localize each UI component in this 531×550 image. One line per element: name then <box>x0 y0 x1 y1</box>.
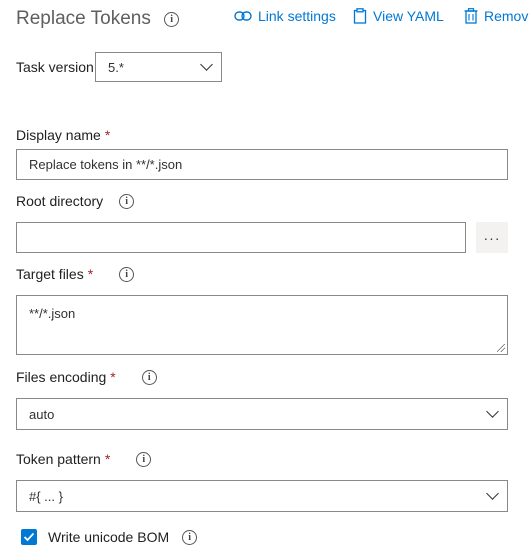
info-icon[interactable]: i <box>164 12 180 27</box>
token-pattern-label-text: Token pattern <box>16 451 101 467</box>
chevron-down-icon <box>486 405 499 418</box>
link-settings-label: Link settings <box>258 8 336 24</box>
root-directory-label-text: Root directory <box>16 193 104 209</box>
required-marker: * <box>110 369 116 385</box>
display-name-label-text: Display name <box>16 127 101 143</box>
trash-icon <box>464 8 478 24</box>
write-bom-checkbox-row[interactable]: Write unicode BOM i <box>21 529 198 545</box>
display-name-value: Replace tokens in **/*.json <box>29 157 183 172</box>
resize-grip-icon[interactable] <box>497 344 505 352</box>
target-files-label: Target files * i <box>16 266 135 282</box>
link-settings-button[interactable]: Link settings <box>234 8 336 24</box>
target-files-label-text: Target files <box>16 266 84 282</box>
files-encoding-dropdown[interactable]: auto <box>16 398 508 430</box>
info-icon[interactable]: i <box>136 451 152 467</box>
token-pattern-label: Token pattern * i <box>16 451 152 467</box>
view-yaml-button[interactable]: View YAML <box>353 8 444 24</box>
token-pattern-value: #{ ... } <box>29 488 63 504</box>
clipboard-icon <box>353 8 367 24</box>
browse-button[interactable]: ··· <box>476 222 508 253</box>
files-encoding-label: Files encoding * i <box>16 369 157 385</box>
files-encoding-label-text: Files encoding <box>16 369 107 385</box>
remove-label: Remov <box>484 8 529 24</box>
token-pattern-dropdown[interactable]: #{ ... } <box>16 480 508 512</box>
browse-button-label: ··· <box>483 229 501 246</box>
panel-title-text: Replace Tokens <box>16 8 151 29</box>
chevron-down-icon <box>200 58 213 71</box>
root-directory-input[interactable] <box>16 222 466 253</box>
root-directory-label: Root directory i <box>16 193 135 209</box>
chevron-down-icon <box>486 487 499 500</box>
link-icon <box>234 11 252 21</box>
panel-title: Replace Tokens i <box>16 8 180 30</box>
info-icon[interactable]: i <box>182 529 198 545</box>
target-files-textarea[interactable]: **/*.json <box>16 295 508 355</box>
info-icon[interactable]: i <box>119 266 135 282</box>
check-icon <box>23 532 35 542</box>
info-icon[interactable]: i <box>119 193 135 209</box>
required-marker: * <box>104 451 111 467</box>
task-version-label-text: Task version <box>16 59 94 75</box>
task-version-value: 5.* <box>108 59 124 75</box>
view-yaml-label: View YAML <box>373 8 444 24</box>
write-bom-label: Write unicode BOM <box>48 529 170 545</box>
remove-button[interactable]: Remov <box>464 8 528 24</box>
write-bom-checkbox[interactable] <box>21 529 37 545</box>
display-name-label: Display name * <box>16 127 110 143</box>
info-icon[interactable]: i <box>141 369 157 385</box>
task-version-label: Task version <box>16 59 94 75</box>
required-marker: * <box>87 266 94 282</box>
task-version-dropdown[interactable]: 5.* <box>95 52 222 82</box>
files-encoding-value: auto <box>29 406 55 422</box>
target-files-value: **/*.json <box>29 306 76 321</box>
display-name-input[interactable]: Replace tokens in **/*.json <box>16 149 508 180</box>
required-marker: * <box>104 127 111 143</box>
